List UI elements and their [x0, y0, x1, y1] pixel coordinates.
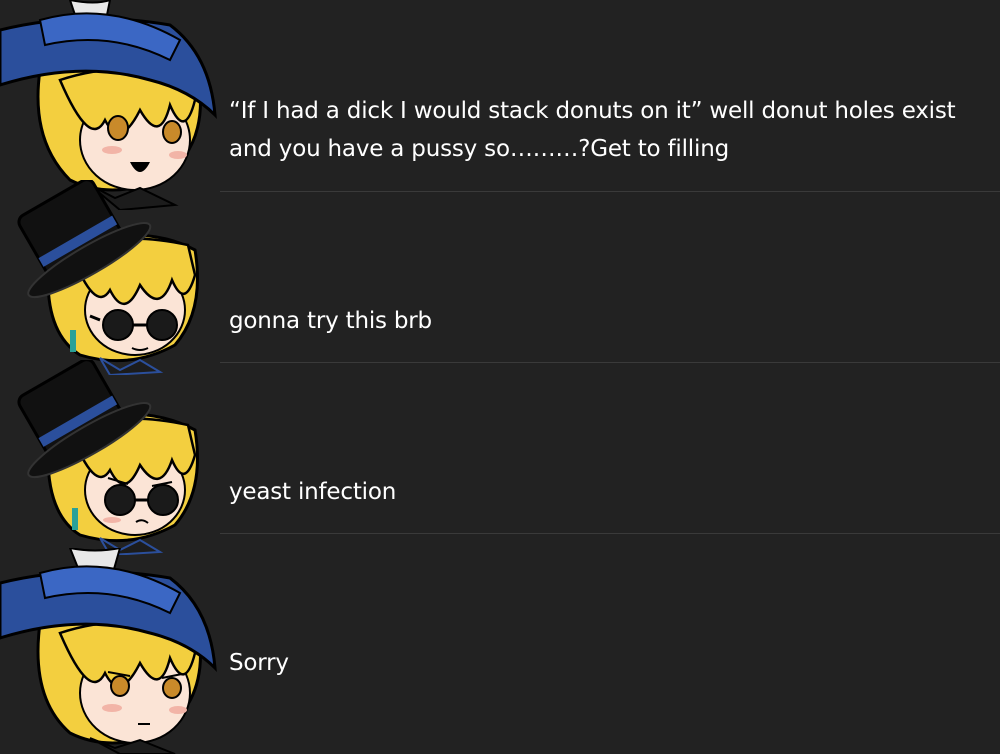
chat-log: “If I had a dick I would stack donuts on… [0, 0, 1000, 754]
witch-hat-blonde-character-smiling-icon [0, 0, 220, 210]
chat-message-text: yeast infection [229, 479, 397, 505]
witch-hat-blonde-character-sad-icon [0, 548, 220, 754]
chat-message-text: gonna try this brb [229, 308, 432, 334]
chat-message-text: “If I had a dick I would stack donuts on… [229, 98, 956, 162]
top-hat-blonde-character-sunglasses-icon [0, 180, 220, 375]
chat-message-text: Sorry [229, 650, 289, 676]
top-hat-blonde-character-sunglasses-nervous-icon [0, 360, 220, 555]
